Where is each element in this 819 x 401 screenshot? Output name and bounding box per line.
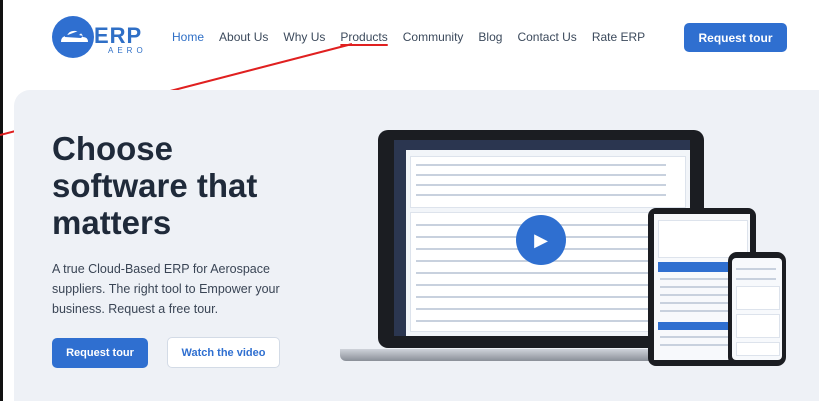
headline-line: software that	[52, 167, 258, 204]
subtitle-line: A true Cloud-Based ERP for Aerospace	[52, 262, 270, 276]
headline-line: Choose	[52, 130, 174, 167]
hero-request-tour-button[interactable]: Request tour	[52, 338, 148, 368]
play-video-button[interactable]: ▶	[516, 215, 566, 265]
headline-line: matters	[52, 204, 172, 241]
play-icon: ▶	[534, 229, 548, 250]
watch-video-button[interactable]: Watch the video	[167, 337, 280, 368]
app-topbar	[394, 140, 690, 150]
hero-subtitle: A true Cloud-Based ERP for Aerospace sup…	[52, 259, 312, 319]
subtitle-line: business. Request a free tour.	[52, 302, 219, 316]
phone-screen	[732, 258, 782, 360]
app-sidebar	[394, 150, 406, 336]
subtitle-line: suppliers. The right tool to Empower you…	[52, 282, 280, 296]
hero-headline: Choose software that matters	[52, 130, 257, 241]
